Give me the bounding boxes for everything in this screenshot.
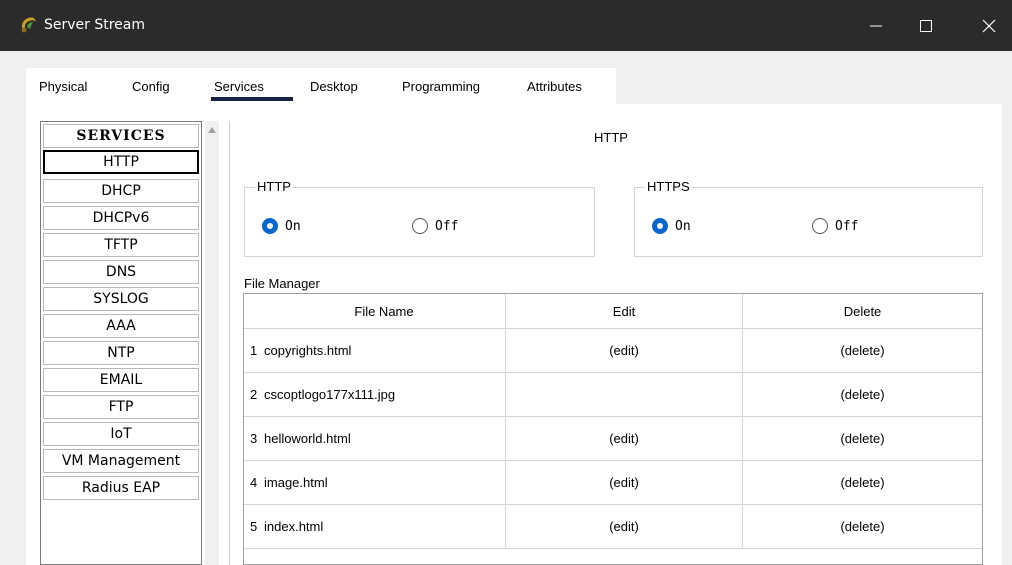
close-button[interactable] — [966, 0, 1012, 51]
active-tab-indicator — [211, 97, 293, 101]
table-row: 3 helloworld.html (edit) (delete) — [244, 416, 982, 460]
service-item-dns[interactable]: DNS — [43, 260, 199, 284]
maximize-icon — [920, 19, 932, 32]
server-app-icon — [18, 13, 40, 35]
close-icon — [982, 19, 996, 32]
https-off-radio[interactable]: Off — [812, 218, 858, 234]
table-row: 1 copyrights.html (edit) (delete) — [244, 328, 982, 372]
radio-checked-icon — [262, 218, 278, 234]
row-index: 3 — [250, 431, 258, 446]
delete-link[interactable]: (delete) — [742, 329, 982, 372]
scroll-up-arrow-icon[interactable] — [208, 127, 216, 133]
row-index: 4 — [250, 475, 258, 490]
https-off-label: Off — [835, 218, 859, 234]
services-header: SERVICES — [43, 124, 199, 148]
row-index: 2 — [250, 387, 258, 402]
table-row-empty — [244, 548, 982, 565]
delete-link[interactable]: (delete) — [742, 505, 982, 548]
table-row: 4 image.html (edit) (delete) — [244, 460, 982, 504]
tab-programming[interactable]: Programming — [402, 79, 480, 94]
service-item-dhcp[interactable]: DHCP — [43, 179, 199, 203]
http-off-radio[interactable]: Off — [412, 218, 458, 234]
tab-physical[interactable]: Physical — [39, 79, 87, 94]
http-group-legend: HTTP — [255, 179, 293, 194]
minimize-button[interactable] — [853, 0, 899, 51]
column-header-delete: Delete — [742, 294, 982, 328]
tab-bar: Physical Config Services Desktop Program… — [26, 68, 616, 104]
service-item-iot[interactable]: IoT — [43, 422, 199, 446]
tab-attributes[interactable]: Attributes — [527, 79, 582, 94]
service-item-syslog[interactable]: SYSLOG — [43, 287, 199, 311]
column-header-edit: Edit — [505, 294, 742, 328]
edit-link[interactable]: (edit) — [505, 505, 742, 548]
https-group-legend: HTTPS — [645, 179, 692, 194]
tab-config[interactable]: Config — [132, 79, 170, 94]
window-title: Server Stream — [44, 17, 146, 33]
service-item-ftp[interactable]: FTP — [43, 395, 199, 419]
service-item-radius-eap[interactable]: Radius EAP — [43, 476, 199, 500]
delete-link[interactable]: (delete) — [742, 461, 982, 504]
services-scrollbar[interactable] — [205, 121, 219, 565]
https-on-radio[interactable]: On — [652, 218, 691, 234]
http-on-label: On — [285, 218, 301, 234]
file-manager-table: File Name Edit Delete 1 copyrights.html … — [243, 293, 983, 565]
service-item-http[interactable]: HTTP — [43, 150, 199, 174]
file-name: image.html — [264, 475, 328, 490]
edit-link[interactable]: (edit) — [505, 329, 742, 372]
file-name: helloworld.html — [264, 431, 351, 446]
title-bar: Server Stream — [0, 0, 1012, 51]
http-off-label: Off — [435, 218, 459, 234]
edit-link[interactable]: (edit) — [505, 461, 742, 504]
radio-unchecked-icon — [812, 218, 828, 234]
minimize-icon — [870, 25, 882, 26]
row-index: 5 — [250, 519, 258, 534]
tab-desktop[interactable]: Desktop — [310, 79, 358, 94]
panel-divider — [229, 121, 230, 565]
service-item-email[interactable]: EMAIL — [43, 368, 199, 392]
service-item-ntp[interactable]: NTP — [43, 341, 199, 365]
delete-link[interactable]: (delete) — [742, 417, 982, 460]
column-header-file-name: File Name — [354, 303, 414, 319]
http-group: HTTP On Off — [244, 179, 595, 257]
delete-link[interactable]: (delete) — [742, 373, 982, 416]
radio-unchecked-icon — [412, 218, 428, 234]
service-item-aaa[interactable]: AAA — [43, 314, 199, 338]
row-index: 1 — [250, 343, 258, 358]
file-name: cscoptlogo177x111.jpg — [264, 387, 396, 402]
services-list: SERVICES HTTP DHCP DHCPv6 TFTP DNS SYSLO… — [40, 121, 202, 565]
table-header: File Name Edit Delete — [244, 294, 982, 328]
maximize-button[interactable] — [903, 0, 949, 51]
file-manager-label: File Manager — [244, 276, 320, 291]
edit-link[interactable]: (edit) — [505, 417, 742, 460]
file-name: copyrights.html — [264, 343, 352, 358]
file-name: index.html — [264, 519, 324, 534]
table-row: 2 cscoptlogo177x111.jpg (delete) — [244, 372, 982, 416]
table-row: 5 index.html (edit) (delete) — [244, 504, 982, 548]
https-on-label: On — [675, 218, 691, 234]
http-on-radio[interactable]: On — [262, 218, 301, 234]
service-item-vm-management[interactable]: VM Management — [43, 449, 199, 473]
https-group: HTTPS On Off — [634, 179, 983, 257]
section-title: HTTP — [594, 130, 628, 145]
tab-services[interactable]: Services — [214, 79, 264, 94]
service-item-dhcpv6[interactable]: DHCPv6 — [43, 206, 199, 230]
edit-cell-empty — [505, 373, 742, 416]
radio-checked-icon — [652, 218, 668, 234]
service-item-tftp[interactable]: TFTP — [43, 233, 199, 257]
